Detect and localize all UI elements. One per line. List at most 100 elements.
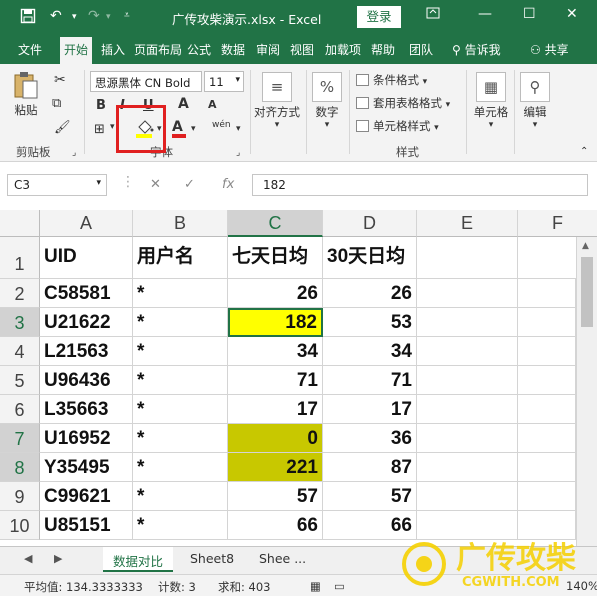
- empty-cell[interactable]: [518, 511, 576, 540]
- table-cell[interactable]: *: [133, 337, 228, 366]
- cell-styles-button[interactable]: 单元格样式 ▾: [356, 118, 439, 134]
- table-cell[interactable]: 17: [323, 395, 417, 424]
- table-cell[interactable]: C58581: [40, 279, 133, 308]
- font-size-select[interactable]: 11 ▾: [204, 71, 244, 92]
- formula-input[interactable]: 182: [252, 174, 588, 196]
- collapse-ribbon-icon[interactable]: ⌃: [580, 146, 588, 157]
- table-header-cell[interactable]: 七天日均: [228, 237, 323, 279]
- table-cell[interactable]: 66: [228, 511, 323, 540]
- empty-cell[interactable]: [417, 511, 518, 540]
- font-color-icon[interactable]: A: [172, 119, 183, 135]
- table-cell[interactable]: U96436: [40, 366, 133, 395]
- row-header[interactable]: 7: [0, 424, 40, 453]
- tab-home[interactable]: 开始: [60, 37, 93, 64]
- tab-help[interactable]: 帮助: [371, 41, 395, 58]
- table-cell[interactable]: L21563: [40, 337, 133, 366]
- table-cell[interactable]: 26: [323, 279, 417, 308]
- clipboard-launcher-icon[interactable]: ⌟: [72, 148, 76, 158]
- empty-cell[interactable]: [417, 237, 518, 279]
- tab-page-layout[interactable]: 页面布局: [134, 41, 182, 58]
- restore-icon[interactable]: ☐: [523, 6, 536, 22]
- column-header[interactable]: F: [518, 210, 597, 237]
- table-cell[interactable]: 71: [323, 366, 417, 395]
- border-icon[interactable]: ⊞: [94, 122, 105, 137]
- table-cell[interactable]: U21622: [40, 308, 133, 337]
- empty-cell[interactable]: [417, 395, 518, 424]
- empty-cell[interactable]: [518, 308, 576, 337]
- cancel-icon[interactable]: ✕: [150, 177, 161, 192]
- table-format-button[interactable]: 套用表格格式 ▾: [356, 95, 450, 111]
- table-cell[interactable]: 57: [323, 482, 417, 511]
- empty-cell[interactable]: [518, 453, 576, 482]
- empty-cell[interactable]: [417, 337, 518, 366]
- column-header[interactable]: C: [228, 210, 323, 237]
- empty-cell[interactable]: [417, 279, 518, 308]
- number-format-button[interactable]: % 数字 ▾: [310, 72, 344, 130]
- row-header[interactable]: 10: [0, 511, 40, 540]
- shrink-font-icon[interactable]: A: [208, 98, 217, 111]
- conditional-format-button[interactable]: 条件格式 ▾: [356, 72, 427, 88]
- tab-formulas[interactable]: 公式: [187, 41, 211, 58]
- font-color-dropdown-icon[interactable]: ▾: [191, 124, 196, 134]
- select-all-corner[interactable]: [0, 210, 40, 237]
- name-box[interactable]: C3 ▾: [7, 174, 107, 196]
- close-icon[interactable]: ✕: [566, 6, 578, 22]
- bold-button[interactable]: B: [96, 98, 106, 113]
- table-cell[interactable]: 71: [228, 366, 323, 395]
- row-header[interactable]: 3: [0, 308, 40, 337]
- tab-data[interactable]: 数据: [221, 41, 245, 58]
- empty-cell[interactable]: [417, 308, 518, 337]
- table-cell[interactable]: 57: [228, 482, 323, 511]
- table-cell[interactable]: *: [133, 279, 228, 308]
- table-cell[interactable]: U16952: [40, 424, 133, 453]
- tab-team[interactable]: 团队: [409, 41, 433, 58]
- table-cell[interactable]: 26: [228, 279, 323, 308]
- enter-icon[interactable]: ✓: [184, 177, 195, 192]
- undo-dropdown-icon[interactable]: ▾: [72, 12, 77, 22]
- cut-icon[interactable]: ✂: [54, 72, 66, 88]
- table-cell[interactable]: U85151: [40, 511, 133, 540]
- empty-cell[interactable]: [417, 424, 518, 453]
- border-dropdown-icon[interactable]: ▾: [110, 122, 115, 132]
- table-cell[interactable]: 34: [228, 337, 323, 366]
- phonetic-guide-icon[interactable]: wén: [212, 120, 231, 130]
- tab-insert[interactable]: 插入: [101, 41, 125, 58]
- insert-function-icon[interactable]: fx: [222, 177, 234, 192]
- selected-cell[interactable]: 0: [228, 424, 323, 453]
- share-button[interactable]: ⚇ 共享: [530, 41, 569, 58]
- empty-cell[interactable]: [417, 453, 518, 482]
- table-cell[interactable]: *: [133, 453, 228, 482]
- font-name-select[interactable]: 思源黑体 CN Bold: [90, 71, 202, 92]
- font-launcher-icon[interactable]: ⌟: [236, 148, 240, 158]
- empty-cell[interactable]: [518, 279, 576, 308]
- table-cell[interactable]: 34: [323, 337, 417, 366]
- tab-addins[interactable]: 加载项: [325, 41, 361, 58]
- active-cell[interactable]: 182: [228, 308, 323, 337]
- ribbon-display-icon[interactable]: [426, 6, 440, 24]
- next-sheet-icon[interactable]: ▶: [54, 552, 62, 565]
- table-cell[interactable]: *: [133, 511, 228, 540]
- row-header[interactable]: 9: [0, 482, 40, 511]
- empty-cell[interactable]: [518, 237, 578, 279]
- scrollbar-thumb[interactable]: [581, 257, 593, 327]
- table-cell[interactable]: C99621: [40, 482, 133, 511]
- normal-view-icon[interactable]: ▦: [310, 579, 321, 593]
- page-layout-view-icon[interactable]: ▭: [334, 579, 345, 593]
- table-header-cell[interactable]: 用户名: [133, 237, 228, 279]
- scroll-up-icon[interactable]: ▲: [582, 241, 589, 251]
- table-cell[interactable]: 66: [323, 511, 417, 540]
- empty-cell[interactable]: [417, 482, 518, 511]
- table-header-cell[interactable]: UID: [40, 237, 133, 279]
- sheet-tab[interactable]: Shee ...: [249, 547, 316, 572]
- table-cell[interactable]: *: [133, 424, 228, 453]
- undo-icon[interactable]: ↶: [50, 8, 62, 24]
- empty-cell[interactable]: [417, 366, 518, 395]
- tab-view[interactable]: 视图: [290, 41, 314, 58]
- column-header[interactable]: D: [323, 210, 417, 237]
- column-header[interactable]: A: [40, 210, 133, 237]
- row-header[interactable]: 2: [0, 279, 40, 308]
- vertical-scrollbar[interactable]: ▲: [576, 237, 597, 546]
- row-header[interactable]: 6: [0, 395, 40, 424]
- edit-button[interactable]: ⚲ 编辑 ▾: [518, 72, 552, 130]
- sheet-tab[interactable]: 数据对比: [103, 547, 174, 572]
